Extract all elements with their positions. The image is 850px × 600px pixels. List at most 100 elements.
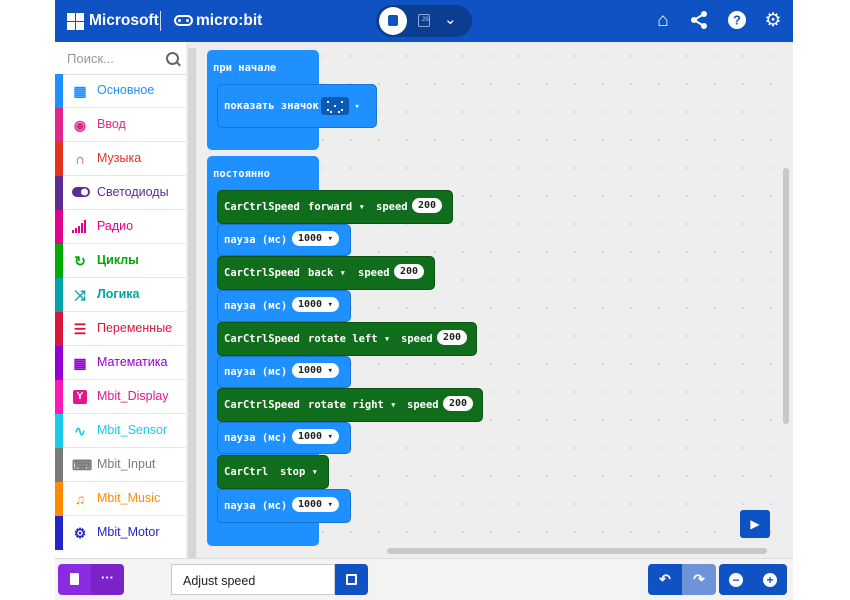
blocks-mode-button[interactable] (379, 7, 407, 35)
category-logic[interactable]: ⤨ Логика (55, 278, 186, 312)
direction-dropdown[interactable]: rotate right ▾ (308, 399, 397, 411)
category-led[interactable]: Светодиоды (55, 176, 186, 210)
category-variables[interactable]: ☰ Переменные (55, 312, 186, 346)
category-label: Mbit_Music (97, 491, 161, 505)
pause-label: пауза (мс) (224, 300, 288, 312)
category-mbit-input[interactable]: ⌨ Mbit_Input (55, 448, 186, 482)
redo-button[interactable]: ↷ (682, 564, 716, 595)
car-speed-block[interactable]: CarCtrlSpeed rotate right ▾ speed 200 (217, 388, 483, 422)
show-icon-block[interactable]: показать значок ▾ (217, 84, 377, 128)
makecode-app: Microsoft micro:bit JS ⌄ ⌂ ? ⚙ Поиск... … (55, 0, 793, 600)
keyboard-icon: ⌨ (72, 457, 93, 473)
car-ctrl-dropdown[interactable]: stop ▾ (280, 466, 318, 478)
brand-name[interactable]: Microsoft (89, 12, 159, 30)
home-icon[interactable]: ⌂ (652, 10, 674, 32)
pause-label: пауза (мс) (224, 366, 288, 378)
car-speed-label: CarCtrlSpeed (224, 267, 300, 279)
category-mbit-music[interactable]: ♫ Mbit_Music (55, 482, 186, 516)
cog-icon: ⚙ (73, 525, 87, 541)
direction-value: rotate left (308, 333, 378, 345)
speed-input[interactable]: 200 (437, 330, 468, 345)
pause-block[interactable]: пауза (мс) 1000 (217, 290, 351, 322)
zoom-in-button[interactable]: + (753, 564, 787, 595)
car-speed-block[interactable]: CarCtrlSpeed back ▾ speed 200 (217, 256, 435, 290)
pause-block[interactable]: пауза (мс) 1000 (217, 224, 351, 256)
category-label: Переменные (97, 321, 173, 335)
speed-label: speed (358, 267, 390, 279)
javascript-mode-button[interactable]: JS (418, 14, 430, 27)
display-y-icon: Y (73, 390, 87, 404)
forever-label: постоянно (213, 168, 270, 180)
category-math[interactable]: ▦ Математика (55, 346, 186, 380)
pause-block[interactable]: пауза (мс) 1000 (217, 489, 351, 523)
refresh-icon: ↻ (74, 253, 86, 269)
category-basic[interactable]: ▦ Основное (55, 74, 186, 108)
category-label: Основное (97, 83, 155, 97)
category-color-bar (55, 380, 63, 414)
car-ctrl-label: CarCtrl (224, 466, 269, 478)
category-loops[interactable]: ↻ Циклы (55, 244, 186, 278)
brand-separator (160, 11, 161, 31)
pause-duration-dropdown[interactable]: 1000 (292, 231, 339, 246)
toolbox-search[interactable]: Поиск... (55, 42, 186, 75)
gear-icon[interactable]: ⚙ (762, 10, 784, 32)
category-color-bar (55, 108, 63, 142)
pause-duration-dropdown[interactable]: 1000 (292, 429, 339, 444)
speed-input[interactable]: 200 (394, 264, 425, 279)
pause-block[interactable]: пауза (мс) 1000 (217, 356, 351, 388)
search-input[interactable]: Поиск... (67, 51, 114, 66)
toolbox-scrollbar[interactable] (188, 48, 196, 558)
chevron-down-icon[interactable]: ⌄ (444, 10, 457, 28)
pause-label: пауза (мс) (224, 234, 288, 246)
search-icon[interactable] (166, 52, 179, 65)
category-color-bar (55, 516, 63, 550)
product-name: micro:bit (196, 12, 263, 29)
minus-icon: − (729, 573, 743, 587)
pause-duration-dropdown[interactable]: 1000 (292, 297, 339, 312)
category-mbit-motor[interactable]: ⚙ Mbit_Motor (55, 516, 186, 550)
show-icon-label: показать значок (224, 100, 319, 112)
car-speed-block[interactable]: CarCtrlSpeed rotate left ▾ speed 200 (217, 322, 477, 356)
category-input[interactable]: ◉ Ввод (55, 108, 186, 142)
category-music[interactable]: ∩ Музыка (55, 142, 186, 176)
category-mbit-sensor[interactable]: ∿ Mbit_Sensor (55, 414, 186, 448)
headphones-icon: ∩ (74, 151, 86, 167)
category-label: Ввод (97, 117, 126, 131)
direction-dropdown[interactable]: back ▾ (308, 267, 346, 279)
category-label: Логика (97, 287, 140, 301)
pause-duration-dropdown[interactable]: 1000 (292, 363, 339, 378)
car-speed-block[interactable]: CarCtrlSpeed forward ▾ speed 200 (217, 190, 453, 224)
undo-button[interactable]: ↶ (648, 564, 682, 595)
car-ctrl-value: stop (280, 466, 306, 478)
category-color-bar (55, 278, 63, 312)
play-icon[interactable]: ▶ (740, 510, 770, 538)
category-color-bar (55, 210, 63, 244)
direction-value: back (308, 267, 334, 279)
pause-duration-dropdown[interactable]: 1000 (292, 497, 339, 512)
speed-input[interactable]: 200 (412, 198, 443, 213)
direction-dropdown[interactable]: forward ▾ (308, 201, 365, 213)
share-icon[interactable] (688, 10, 710, 32)
category-label: Mbit_Motor (97, 525, 160, 539)
workspace-horizontal-scrollbar[interactable] (387, 548, 767, 554)
category-color-bar (55, 244, 63, 278)
workspace-vertical-scrollbar[interactable] (783, 168, 789, 424)
microbit-logo[interactable]: micro:bit (174, 12, 262, 30)
help-icon[interactable]: ? (726, 10, 748, 32)
more-button[interactable]: ··· (91, 564, 124, 595)
download-button[interactable] (58, 564, 91, 595)
direction-dropdown[interactable]: rotate left ▾ (308, 333, 390, 345)
icon-picker-dropdown[interactable]: ▾ (321, 97, 360, 115)
blocks-workspace[interactable]: при начале показать значок ▾ постоянно C… (197, 42, 793, 558)
wave-icon: ∿ (74, 423, 86, 439)
speed-input[interactable]: 200 (443, 396, 474, 411)
car-ctrl-block[interactable]: CarCtrl stop ▾ (217, 455, 329, 489)
pause-block[interactable]: пауза (мс) 1000 (217, 422, 351, 454)
led-grid-icon (321, 97, 349, 115)
category-mbit-display[interactable]: Y Mbit_Display (55, 380, 186, 414)
category-radio[interactable]: Радио (55, 210, 186, 244)
category-color-bar (55, 414, 63, 448)
zoom-out-button[interactable]: − (719, 564, 753, 595)
project-name-input[interactable]: Adjust speed (171, 564, 335, 595)
save-button[interactable] (335, 564, 368, 595)
